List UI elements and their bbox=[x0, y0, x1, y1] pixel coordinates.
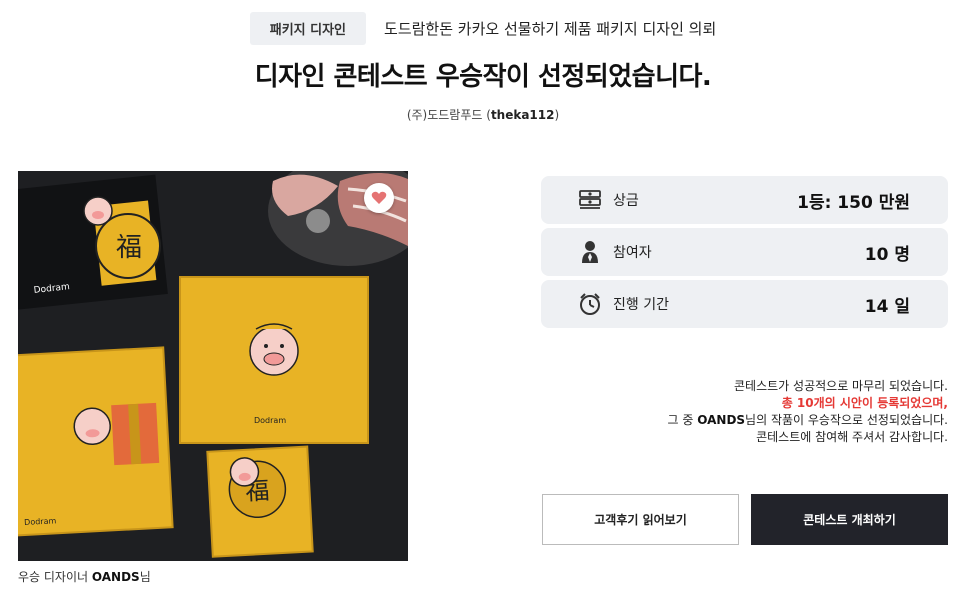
svg-text:Dodram: Dodram bbox=[24, 516, 57, 527]
stat-duration: 진행 기간 14 일 bbox=[541, 280, 948, 328]
winner-name[interactable]: OANDS bbox=[697, 413, 745, 427]
stat-label: 진행 기간 bbox=[613, 297, 669, 313]
svg-text:Dodram: Dodram bbox=[254, 416, 286, 425]
result-line3-suffix: 님의 작품이 우승작으로 선정되었습니다. bbox=[745, 413, 948, 427]
money-icon bbox=[577, 187, 603, 213]
host-contest-button[interactable]: 콘테스트 개최하기 bbox=[751, 494, 948, 545]
result-line: 콘테스트에 참여해 주셔서 감사합니다. bbox=[756, 430, 948, 444]
result-line3-prefix: 그 중 bbox=[667, 413, 698, 427]
designer-caption-prefix: 우승 디자이너 bbox=[18, 570, 92, 584]
designer-name[interactable]: OANDS bbox=[92, 570, 140, 584]
contest-subtitle: 도드람한돈 카카오 선물하기 제품 패키지 디자인 의뢰 bbox=[384, 20, 717, 38]
host-suffix: ) bbox=[554, 108, 560, 122]
stat-participants: 참여자 10 명 bbox=[541, 228, 948, 276]
contest-header: 패키지 디자인 도드람한돈 카카오 선물하기 제품 패키지 디자인 의뢰 bbox=[0, 12, 966, 45]
winning-design-image[interactable]: Dodram 福 Dodram Dodram 福 bbox=[18, 171, 408, 561]
result-line: 그 중 OANDS님의 작품이 우승작으로 선정되었습니다. bbox=[528, 412, 948, 429]
read-reviews-button[interactable]: 고객후기 읽어보기 bbox=[542, 494, 739, 545]
host-info: (주)도드람푸드 (theka112) bbox=[0, 106, 966, 123]
designer-caption: 우승 디자이너 OANDS님 bbox=[18, 568, 151, 585]
lucky-char-text: 福 bbox=[116, 233, 142, 263]
stat-label: 상금 bbox=[613, 193, 639, 209]
host-user-id[interactable]: theka112 bbox=[491, 108, 555, 122]
stat-prize: 상금 1등: 150 만원 bbox=[541, 176, 948, 224]
person-icon bbox=[577, 239, 603, 265]
stat-value: 10 명 bbox=[864, 244, 910, 265]
designer-caption-suffix: 님 bbox=[139, 570, 151, 584]
result-highlight-line: 총 10개의 시안이 등록되었으며, bbox=[781, 396, 948, 410]
stat-value: 14 일 bbox=[864, 296, 910, 317]
stat-value: 1등: 150 만원 bbox=[797, 192, 910, 213]
contest-result-message: 콘테스트가 성공적으로 마무리 되었습니다. 총 10개의 시안이 등록되었으며… bbox=[528, 378, 948, 446]
clock-icon bbox=[577, 291, 603, 317]
heart-icon[interactable] bbox=[364, 183, 394, 213]
page-title: 디자인 콘테스트 우승작이 선정되었습니다. bbox=[254, 62, 712, 92]
stat-label: 참여자 bbox=[613, 245, 652, 261]
host-company: (주)도드람푸드 ( bbox=[406, 108, 491, 122]
package-illustration: Dodram 福 Dodram Dodram 福 bbox=[18, 171, 408, 561]
category-badge[interactable]: 패키지 디자인 bbox=[249, 12, 367, 45]
result-line: 콘테스트가 성공적으로 마무리 되었습니다. bbox=[734, 379, 948, 393]
